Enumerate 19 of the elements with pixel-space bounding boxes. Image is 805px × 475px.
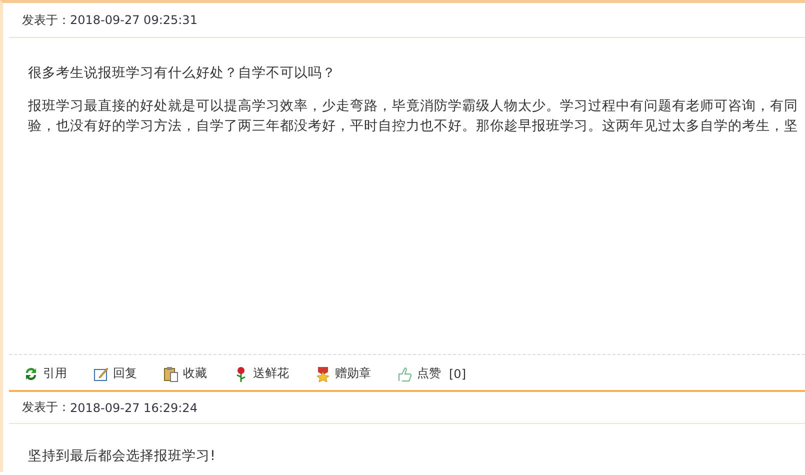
- question-text: 坚持到最后都会选择报班学习!: [28, 447, 216, 466]
- question-text: 很多考生说报班学习有什么好处？自学不可以吗？: [28, 64, 337, 83]
- flower-action[interactable]: 送鲜花: [231, 363, 291, 384]
- paragraph-line: 验，也没有好的学习方法，自学了两三年都没考好，平时自控力也不好。那你趁早报班学习。这两年见过太多自学的考生，坚: [28, 117, 799, 136]
- reply-action[interactable]: 回复: [91, 363, 139, 384]
- refresh-icon: [23, 366, 39, 382]
- like-action[interactable]: 点赞 [0]: [395, 363, 468, 384]
- edit-icon: [93, 366, 109, 382]
- posted-label: 发表于：: [22, 12, 70, 28]
- posted-label: 发表于：: [22, 399, 70, 416]
- favorite-action[interactable]: 收藏: [161, 363, 209, 384]
- thumbs-up-icon: [397, 366, 413, 382]
- paragraph-line: 报班学习最直接的好处就是可以提高学习效率，少走弯路，毕竟消防学霸级人物太少。学习过程中有问题有老师可咨询，有同: [28, 97, 799, 116]
- post-time: 2018-09-27 09:25:31: [70, 13, 198, 27]
- quote-action[interactable]: 引用: [21, 363, 69, 384]
- medal-icon: [315, 366, 331, 382]
- clipboard-icon: [163, 366, 179, 382]
- post-time: 2018-09-27 16:29:24: [70, 400, 198, 414]
- medal-action[interactable]: 赠勋章: [313, 363, 373, 384]
